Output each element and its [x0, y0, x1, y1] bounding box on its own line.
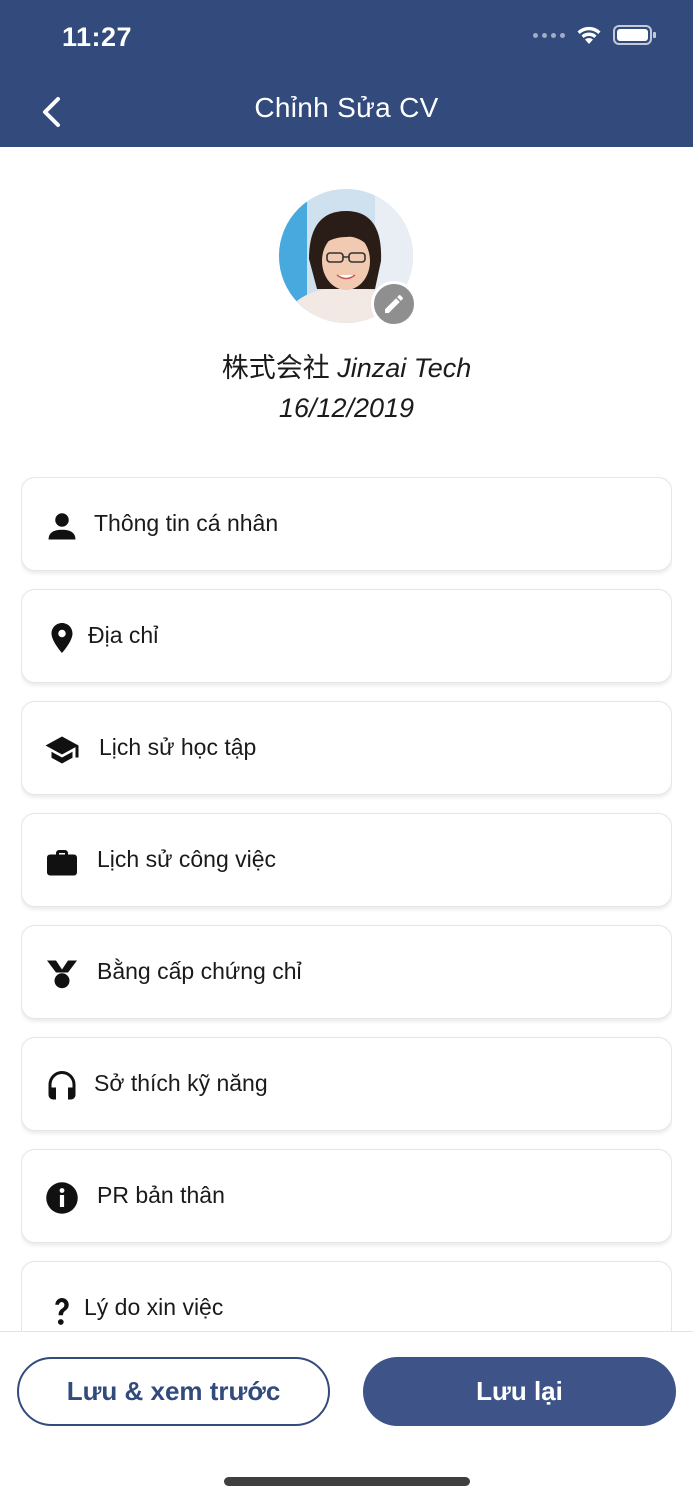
battery-icon: [613, 25, 656, 45]
menu-item-address[interactable]: Địa chỉ: [21, 589, 672, 683]
menu-item-label: Lý do xin việc: [84, 1294, 224, 1320]
menu-item-label: Địa chỉ: [88, 622, 159, 648]
graduation-cap-icon: [45, 736, 79, 764]
menu-item-label: Lịch sử công việc: [97, 846, 277, 872]
menu-item-work-history[interactable]: Lịch sử công việc: [21, 813, 672, 907]
company-prefix: 株式会社: [221, 353, 330, 383]
headphones-icon: [48, 1071, 76, 1100]
location-pin-icon: [51, 623, 73, 653]
menu-item-label: PR bản thân: [97, 1182, 225, 1208]
menu-item-label: Lịch sử học tập: [99, 734, 257, 760]
edit-avatar-button[interactable]: [371, 281, 417, 327]
home-indicator: [224, 1477, 470, 1486]
menu-item-label: Bằng cấp chứng chỉ: [97, 958, 302, 984]
briefcase-icon: [47, 850, 77, 876]
menu-item-label: Sở thích kỹ năng: [94, 1070, 268, 1096]
signal-icon: [533, 32, 565, 38]
save-button[interactable]: Lưu lại: [363, 1357, 676, 1426]
cv-section-list: Thông tin cá nhân Địa chỉ Lịch sử học tậ…: [21, 477, 672, 1331]
medal-icon: [47, 960, 77, 989]
company-name: 株式会社 Jinzai Tech: [0, 346, 693, 385]
person-icon: [48, 513, 76, 540]
menu-item-label: Thông tin cá nhân: [94, 510, 279, 536]
menu-item-hobbies-skills[interactable]: Sở thích kỹ năng: [21, 1037, 672, 1131]
status-icons: [533, 24, 657, 46]
footer-divider: [0, 1331, 693, 1332]
cv-date: 16/12/2019: [278, 393, 415, 423]
menu-item-reason-applying[interactable]: Lý do xin việc: [21, 1261, 672, 1331]
menu-item-certificates[interactable]: Bằng cấp chứng chỉ: [21, 925, 672, 1019]
header-bar: 11:27 Chỉnh Sửa CV: [0, 0, 693, 147]
wifi-icon: [577, 26, 601, 44]
page-title: Chỉnh Sửa CV: [254, 92, 439, 123]
menu-item-education[interactable]: Lịch sử học tập: [21, 701, 672, 795]
company-name-text: Jinzai Tech: [337, 353, 472, 383]
info-icon: [46, 1182, 78, 1214]
save-preview-button[interactable]: Lưu & xem trước: [17, 1357, 330, 1426]
avatar-section: [279, 189, 417, 327]
menu-item-personal-info[interactable]: Thông tin cá nhân: [21, 477, 672, 571]
question-icon: [55, 1298, 69, 1325]
pencil-icon: [385, 294, 404, 313]
status-time: 11:27: [62, 22, 133, 52]
menu-item-self-pr[interactable]: PR bản thân: [21, 1149, 672, 1243]
